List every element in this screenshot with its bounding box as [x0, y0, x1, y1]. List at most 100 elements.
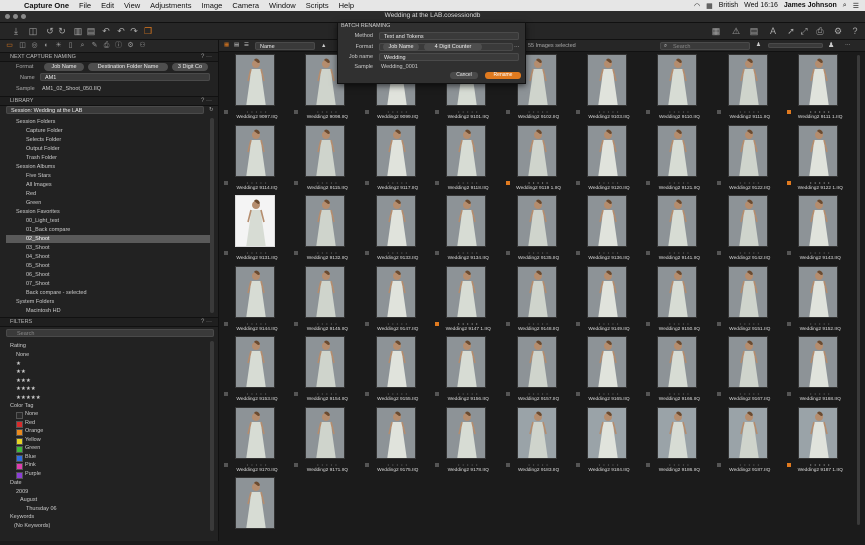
pointer-icon[interactable]: ➚: [785, 25, 797, 37]
rating-stars[interactable]: • • • • •: [433, 180, 503, 185]
thumbnail-image[interactable]: [516, 124, 557, 177]
capture-folder[interactable]: Capture Folder: [26, 128, 63, 134]
thumbnail-image[interactable]: [727, 336, 768, 388]
rename-token-counter[interactable]: 4 Digit Counter: [424, 43, 482, 51]
color-tag-marker[interactable]: [716, 462, 721, 467]
rating-stars[interactable]: • • • • •: [363, 109, 433, 114]
color-tag-filter-item[interactable]: Pink: [25, 462, 36, 468]
wifi-icon[interactable]: ◠: [694, 2, 700, 10]
thumbnail-image[interactable]: [446, 406, 487, 459]
macintosh-hd[interactable]: Macintosh HD: [26, 308, 61, 314]
rating-stars[interactable]: • • • • •: [574, 462, 644, 467]
rating-filter-item[interactable]: ★★: [16, 369, 26, 375]
tab-exposure-icon[interactable]: ☀: [54, 41, 63, 51]
color-tag-filter-item[interactable]: Blue: [25, 454, 36, 460]
browser-search-input[interactable]: Search: [660, 42, 750, 50]
rating-stars[interactable]: • • • • •: [644, 462, 714, 467]
copy-adjustments-icon[interactable]: ❐: [142, 25, 154, 37]
tab-local-adjust-icon[interactable]: ⌕: [78, 41, 87, 51]
thumbnail-image[interactable]: [375, 265, 416, 318]
text-tool-icon[interactable]: A: [767, 25, 779, 37]
album-all-images[interactable]: All Images: [26, 182, 52, 188]
rating-stars[interactable]: • • • • •: [785, 321, 855, 326]
tab-brush-icon[interactable]: ✎: [90, 41, 99, 51]
rating-stars[interactable]: • • • • •: [222, 180, 292, 185]
thumbnail-size-slider[interactable]: [768, 43, 823, 48]
thumbnail-image[interactable]: [235, 477, 275, 529]
thumbnail-image[interactable]: [587, 406, 627, 459]
tab-capture-icon[interactable]: ◫: [18, 41, 27, 51]
color-tag-marker[interactable]: [364, 251, 369, 255]
thumbnail-image[interactable]: [727, 195, 768, 247]
rating-stars[interactable]: • • • • •: [644, 321, 714, 326]
rating-stars[interactable]: • • • • •: [433, 321, 503, 326]
thumbnail-image[interactable]: [235, 54, 275, 106]
thumbnail-image[interactable]: [305, 336, 346, 388]
menu-view[interactable]: View: [124, 1, 140, 10]
color-tag-marker[interactable]: [716, 392, 721, 396]
date-day[interactable]: Thursday 06: [26, 506, 57, 512]
color-tag-marker[interactable]: [294, 321, 299, 326]
favorite-06[interactable]: 06_Shoot: [26, 272, 50, 278]
thumbnail-cell[interactable]: • • • • • Wedding2 9117.IIQ: [363, 123, 433, 193]
thumbnail-cell[interactable]: • • • • • Wedding2 9184.IIQ: [574, 405, 644, 475]
color-tag-marker[interactable]: [364, 180, 369, 185]
color-tag-marker[interactable]: [224, 462, 228, 467]
color-tag-marker[interactable]: [435, 321, 440, 326]
filters-scrollbar[interactable]: [210, 341, 214, 531]
color-tag-marker[interactable]: [646, 462, 651, 467]
thumbnail-cell[interactable]: • • • • • Wedding2 9156.IIQ: [433, 334, 503, 404]
thumbnail-cell[interactable]: • • • • • Wedding2 9144.IIQ: [222, 264, 292, 334]
thumbnail-cell[interactable]: • • • • • Wedding2 9115.IIQ: [292, 123, 362, 193]
thumbnail-cell[interactable]: • • • • • Wedding2 9114.IIQ: [222, 123, 292, 193]
warning-icon[interactable]: ⚠: [730, 25, 742, 37]
token-3-digit-counter[interactable]: 3 Digit Co: [172, 63, 208, 71]
menu-edit[interactable]: Edit: [101, 1, 114, 10]
rating-stars[interactable]: • • • • •: [574, 109, 644, 114]
color-tag-marker[interactable]: [364, 392, 369, 396]
color-tag-filter-item[interactable]: Green: [25, 445, 40, 451]
color-tag-marker[interactable]: [224, 321, 228, 326]
rating-stars[interactable]: • • • • •: [292, 109, 362, 114]
color-tag-filter-item[interactable]: Yellow: [25, 437, 41, 443]
rating-stars[interactable]: • • • • •: [222, 462, 292, 467]
thumbnail-image[interactable]: [446, 195, 487, 247]
rating-stars[interactable]: • • • • •: [574, 180, 644, 185]
rotate-right-icon[interactable]: ↻: [56, 25, 68, 37]
rating-stars[interactable]: • • • • •: [785, 250, 855, 255]
favorite-01[interactable]: 01_Back compare: [26, 227, 70, 233]
color-tag-marker[interactable]: [364, 462, 369, 467]
color-tag-marker[interactable]: [435, 462, 440, 467]
color-tag-marker[interactable]: [576, 462, 580, 467]
thumbnail-cell[interactable]: • • • • • Wedding2 9145.IIQ: [292, 264, 362, 334]
color-tag-marker[interactable]: [646, 110, 651, 114]
color-tag-marker[interactable]: [787, 110, 792, 114]
rating-stars[interactable]: • • • • •: [574, 321, 644, 326]
favorite-back-compare[interactable]: Back compare - selected: [26, 290, 87, 296]
view-filmstrip-icon[interactable]: ☰: [244, 42, 249, 48]
rating-stars[interactable]: • • • • •: [292, 321, 362, 326]
rating-stars[interactable]: • • • • •: [644, 109, 714, 114]
spotlight-icon[interactable]: ⌕: [843, 2, 847, 10]
session-selector[interactable]: Session: Wedding at the LAB: [6, 106, 204, 114]
thumbnail-cell[interactable]: • • • • • Wedding2 9152.IIQ: [785, 264, 855, 334]
rating-stars[interactable]: • • • • •: [785, 180, 855, 185]
thumbnail-image[interactable]: [446, 336, 487, 388]
menu-help[interactable]: Help: [339, 1, 354, 10]
thumbnail-image[interactable]: [727, 265, 768, 318]
thumbnail-cell[interactable]: • • • • • Wedding2 9118.IIQ: [433, 123, 503, 193]
thumbnail-cell[interactable]: • • • • • Wedding2 9133.IIQ: [363, 193, 433, 263]
help-icon[interactable]: ?: [849, 25, 861, 37]
menu-scripts[interactable]: Scripts: [306, 1, 329, 10]
thumbnail-image[interactable]: [375, 406, 416, 459]
viewer-layout-icon[interactable]: ▦: [710, 25, 722, 37]
import-icon[interactable]: ⤓: [10, 25, 22, 37]
rating-stars[interactable]: • • • • •: [292, 180, 362, 185]
color-tag-marker[interactable]: [787, 180, 792, 185]
library-controls[interactable]: ? ···: [201, 97, 212, 105]
thumbnail-image[interactable]: [235, 195, 275, 247]
color-tag-marker[interactable]: [435, 392, 440, 396]
thumbnail-image[interactable]: [587, 336, 627, 388]
print-icon[interactable]: ⎙: [814, 25, 826, 37]
color-tag-marker[interactable]: [576, 251, 580, 255]
